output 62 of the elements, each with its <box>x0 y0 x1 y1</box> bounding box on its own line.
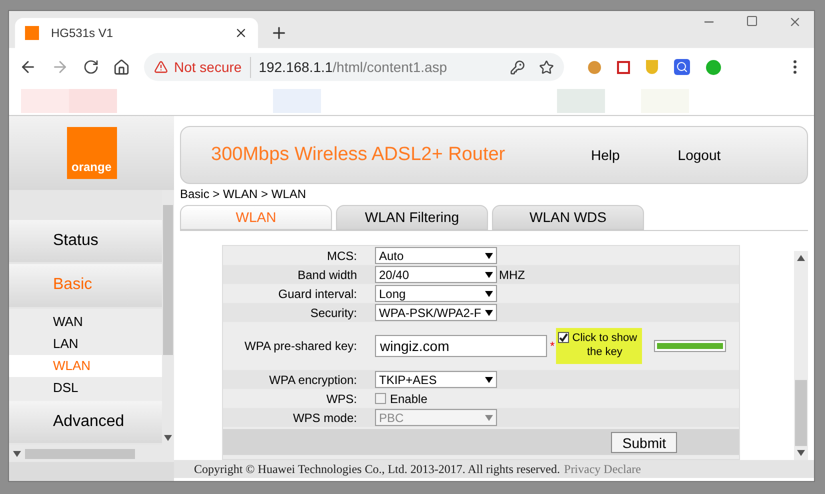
enable-checkbox[interactable]: Enable <box>375 390 428 408</box>
required-mark: * <box>550 338 555 355</box>
scroll-left-icon[interactable] <box>13 450 21 456</box>
address-bar[interactable]: Not secure 192.168.1.1/html/content1.asp <box>144 53 564 81</box>
select-field[interactable]: 20/40 <box>375 266 497 283</box>
caret-icon[interactable] <box>485 272 493 278</box>
new-tab-icon[interactable] <box>270 24 288 42</box>
select-field[interactable]: TKIP+AES <box>375 371 497 388</box>
field-label: WPA pre-shared key: <box>244 338 358 355</box>
scroll-down-icon[interactable] <box>797 450 805 456</box>
home-icon[interactable] <box>113 58 130 76</box>
sidebar-item[interactable]: Advanced <box>9 400 162 443</box>
show-key-checkbox[interactable]: Click to show the key <box>556 328 642 364</box>
select-field[interactable]: Long <box>375 285 497 302</box>
submit-button[interactable]: Submit <box>611 432 677 452</box>
field-label: WPA encryption: <box>268 372 358 388</box>
field-label: WPS: <box>325 390 358 408</box>
unit-label: MHZ <box>499 266 525 284</box>
caret-icon[interactable] <box>485 252 493 258</box>
header-link[interactable]: Logout <box>678 144 721 166</box>
key-field[interactable]: wingiz.com <box>375 335 547 357</box>
caret-icon[interactable] <box>485 310 493 316</box>
vertical-scrollbar[interactable] <box>794 251 808 460</box>
select-field[interactable]: Auto <box>375 247 497 264</box>
page-tab[interactable]: WLAN Filtering <box>336 205 488 230</box>
maximize-icon[interactable] <box>746 15 758 27</box>
submenu-item[interactable]: LAN <box>9 332 162 355</box>
browser-tab[interactable]: HG531s V1 <box>15 18 258 48</box>
url-text: 192.168.1.1/html/content1.asp <box>258 58 448 77</box>
caret-icon[interactable] <box>485 376 493 382</box>
router-title: 300Mbps Wireless ADSL2+ Router <box>211 142 506 167</box>
key-icon[interactable] <box>510 60 525 74</box>
privacy-link[interactable]: Privacy Declare <box>564 460 641 478</box>
reload-icon[interactable] <box>83 59 99 75</box>
caret-icon[interactable] <box>485 290 493 296</box>
scroll-up-icon[interactable] <box>797 255 805 261</box>
vertical-scrollbar[interactable] <box>162 190 174 445</box>
breadcrumb: Basic > WLAN > WLAN <box>180 186 308 201</box>
submenu-item[interactable]: WAN <box>9 310 162 333</box>
field-label: Band width <box>296 266 358 284</box>
header-link[interactable]: Help <box>591 144 620 166</box>
security-label: Not secure <box>174 56 251 78</box>
field-label: Security: <box>309 304 358 322</box>
submenu-item[interactable]: DSL <box>9 376 162 399</box>
select-field[interactable]: WPA-PSK/WPA2-F <box>375 304 497 321</box>
brand-logo: orange <box>66 127 116 179</box>
warning-icon <box>154 60 168 74</box>
close-icon[interactable] <box>234 26 248 40</box>
bookmark-star-icon[interactable] <box>539 60 554 74</box>
sidebar-item[interactable]: Status <box>9 220 162 262</box>
favicon-icon <box>25 26 39 40</box>
field-label: Guard interval: <box>277 286 358 302</box>
field-label: MCS: <box>326 248 358 264</box>
page-tab[interactable]: WLAN WDS <box>492 205 644 230</box>
close-window-icon[interactable] <box>788 15 802 29</box>
copyright-text: Copyright © Huawei Technologies Co., Ltd. 2013-2017. All rights reserved. <box>194 461 560 478</box>
back-icon[interactable] <box>19 58 37 76</box>
search-icon[interactable] <box>674 59 690 75</box>
horizontal-scrollbar[interactable] <box>9 445 174 462</box>
scroll-down-icon[interactable] <box>164 435 172 441</box>
check-icon <box>558 333 568 342</box>
field-label: WPS mode: <box>292 410 358 426</box>
